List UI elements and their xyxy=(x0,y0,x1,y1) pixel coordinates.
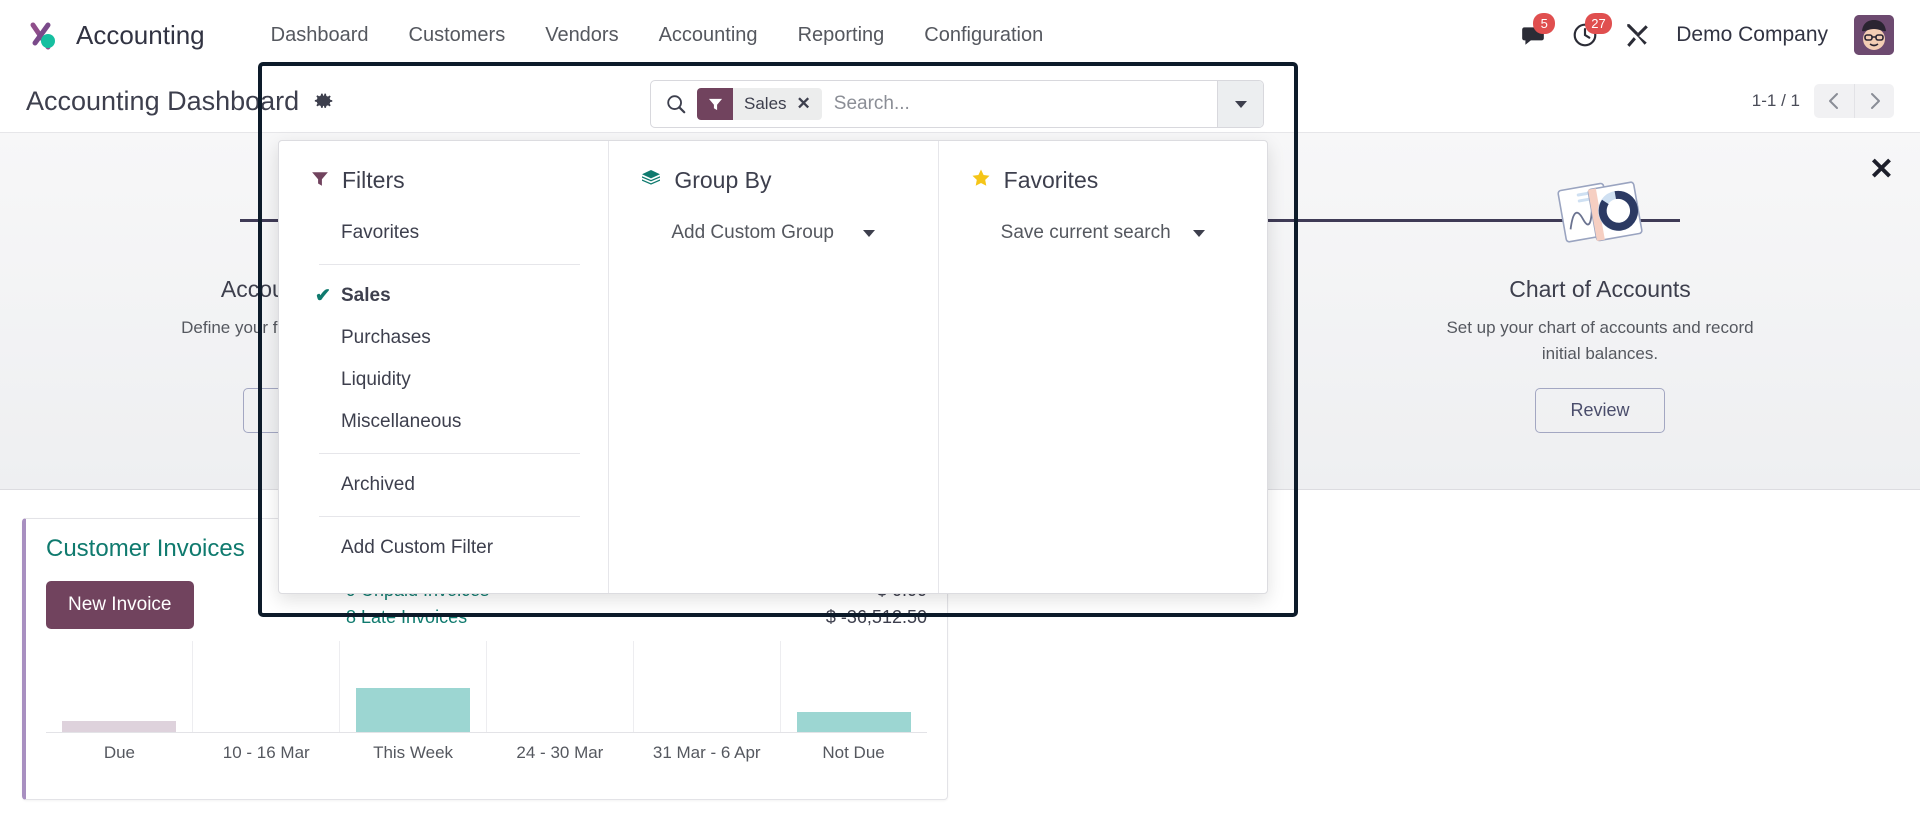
search-dropdown-toggle-button[interactable] xyxy=(1217,81,1263,127)
chart-bar-column[interactable] xyxy=(193,641,340,732)
avatar[interactable] xyxy=(1854,15,1894,55)
nav-item-dashboard[interactable]: Dashboard xyxy=(251,16,389,55)
chart-bar[interactable] xyxy=(356,688,470,732)
filter-funnel-icon xyxy=(311,167,329,194)
star-icon xyxy=(971,167,991,194)
filter-item-miscellaneous[interactable]: Miscellaneous xyxy=(307,401,592,443)
odoo-logo-icon xyxy=(26,17,62,53)
groupby-column: Group By Add Custom Group xyxy=(608,141,937,593)
close-icon[interactable]: ✕ xyxy=(1869,155,1894,185)
pager: 1-1 / 1 xyxy=(1752,84,1894,118)
nav-item-customers[interactable]: Customers xyxy=(389,16,526,55)
chevron-down-icon xyxy=(1234,100,1247,108)
accounting-dashboard-page: Accounting Dashboard Customers Vendors A… xyxy=(0,0,1920,820)
chart-x-label: 31 Mar - 6 Apr xyxy=(652,743,761,762)
filters-column: Filters Favorites ✔ Sales Purchases Liqu… xyxy=(279,141,608,593)
late-invoices-label[interactable]: 8 Late Invoices xyxy=(346,607,467,628)
pager-next-button[interactable] xyxy=(1854,84,1894,118)
favorites-column: Favorites Save current search xyxy=(937,141,1267,593)
card-title[interactable]: Customer Invoices xyxy=(46,535,245,563)
chevron-down-icon xyxy=(863,229,876,237)
nav-item-reporting[interactable]: Reporting xyxy=(778,16,905,55)
facet-remove-icon[interactable]: ✕ xyxy=(797,94,811,114)
search-options-dropdown: Filters Favorites ✔ Sales Purchases Liqu… xyxy=(278,140,1268,594)
groupby-header-label: Group By xyxy=(674,167,772,193)
chart-bar-column[interactable] xyxy=(487,641,634,732)
filter-item-purchases[interactable]: Purchases xyxy=(307,317,592,359)
facet-label: Sales xyxy=(744,94,787,113)
debug-tools-button[interactable] xyxy=(1624,22,1650,48)
activities-button[interactable]: 27 xyxy=(1572,13,1612,48)
page-title: Accounting Dashboard xyxy=(26,85,300,116)
check-icon: ✔ xyxy=(315,285,331,307)
invoice-aging-chart: Due 10 - 16 Mar This Week 24 - 30 Mar 31 Mar… xyxy=(46,641,927,763)
navbar-systray: 5 27 Demo Company xyxy=(1520,13,1894,55)
messages-button[interactable]: 5 xyxy=(1520,13,1556,48)
add-custom-group-select[interactable]: Add Custom Group xyxy=(637,212,887,254)
pager-buttons xyxy=(1814,84,1894,118)
messages-badge: 5 xyxy=(1533,13,1556,34)
filter-item-favorites[interactable]: Favorites xyxy=(307,212,592,254)
pager-previous-button[interactable] xyxy=(1814,84,1854,118)
chart-plot-area xyxy=(46,641,927,733)
filter-funnel-icon xyxy=(697,88,733,120)
chart-bar-column[interactable] xyxy=(340,641,487,732)
filter-item-archived[interactable]: Archived xyxy=(307,464,592,506)
chart-x-label: 10 - 16 Mar xyxy=(222,743,310,762)
filter-item-add-custom-filter[interactable]: Add Custom Filter xyxy=(307,527,592,569)
layers-icon xyxy=(641,167,661,194)
pager-count: 1-1 / 1 xyxy=(1751,91,1800,110)
chart-x-axis-labels: Due 10 - 16 Mar This Week 24 - 30 Mar 31 Mar… xyxy=(46,733,927,763)
nav-item-accounting[interactable]: Accounting xyxy=(639,16,778,55)
search-bar[interactable]: Sales ✕ xyxy=(650,80,1264,128)
chart-x-label: Due xyxy=(103,743,135,762)
gear-icon[interactable] xyxy=(313,90,335,112)
chart-bar-column[interactable] xyxy=(46,641,193,732)
save-current-search-label: Save current search xyxy=(1000,222,1171,243)
groupby-header: Group By xyxy=(637,167,921,194)
company-name[interactable]: Demo Company xyxy=(1676,23,1828,47)
figure-row: 8 Late Invoices $ -36,512.50 xyxy=(346,604,927,631)
filter-item-sales[interactable]: ✔ Sales xyxy=(307,275,592,317)
onboarding-step-chart-of-accounts: Chart of Accounts Set up your chart of a… xyxy=(1410,159,1790,433)
activities-badge: 27 xyxy=(1585,13,1612,34)
favorites-header-label: Favorites xyxy=(1003,167,1099,193)
top-navbar: Accounting Dashboard Customers Vendors A… xyxy=(0,0,1920,70)
save-current-search-select[interactable]: Save current search xyxy=(967,212,1217,254)
search-facet-sales[interactable]: Sales ✕ xyxy=(697,88,822,120)
nav-item-configuration[interactable]: Configuration xyxy=(904,16,1063,55)
chart-of-accounts-illustration-icon xyxy=(1540,159,1660,264)
search-input[interactable] xyxy=(833,93,1217,115)
tools-icon xyxy=(1627,24,1649,47)
onboarding-step-desc: Set up your chart of accounts and record… xyxy=(1446,318,1754,364)
chart-bar[interactable] xyxy=(62,721,176,732)
chart-bar[interactable] xyxy=(797,712,911,732)
divider xyxy=(319,516,581,517)
chart-x-label: This Week xyxy=(373,743,454,762)
filter-item-liquidity[interactable]: Liquidity xyxy=(307,359,592,401)
divider xyxy=(319,453,581,454)
page-title-wrap: Accounting Dashboard xyxy=(26,86,335,117)
chart-x-label: 24 - 30 Mar xyxy=(516,743,604,762)
filter-item-label: Sales xyxy=(341,285,391,306)
favorites-header: Favorites xyxy=(967,167,1251,194)
app-name: Accounting xyxy=(76,19,205,50)
chevron-down-icon xyxy=(1192,229,1205,237)
filters-header: Filters xyxy=(307,167,592,194)
chart-bar-column[interactable] xyxy=(781,641,927,732)
add-custom-group-label: Add Custom Group xyxy=(671,222,834,243)
late-invoices-value: $ -36,512.50 xyxy=(825,607,927,627)
divider xyxy=(319,264,581,265)
onboarding-step-title: Chart of Accounts xyxy=(1509,276,1691,302)
new-invoice-button[interactable]: New Invoice xyxy=(46,581,194,629)
review-coa-button[interactable]: Review xyxy=(1535,387,1665,433)
nav-item-vendors[interactable]: Vendors xyxy=(525,16,638,55)
filters-header-label: Filters xyxy=(342,167,405,193)
nav-menu: Dashboard Customers Vendors Accounting R… xyxy=(251,16,1064,55)
chart-x-label: Not Due xyxy=(822,743,885,762)
chart-bar-column[interactable] xyxy=(634,641,781,732)
search-icon xyxy=(665,93,687,115)
